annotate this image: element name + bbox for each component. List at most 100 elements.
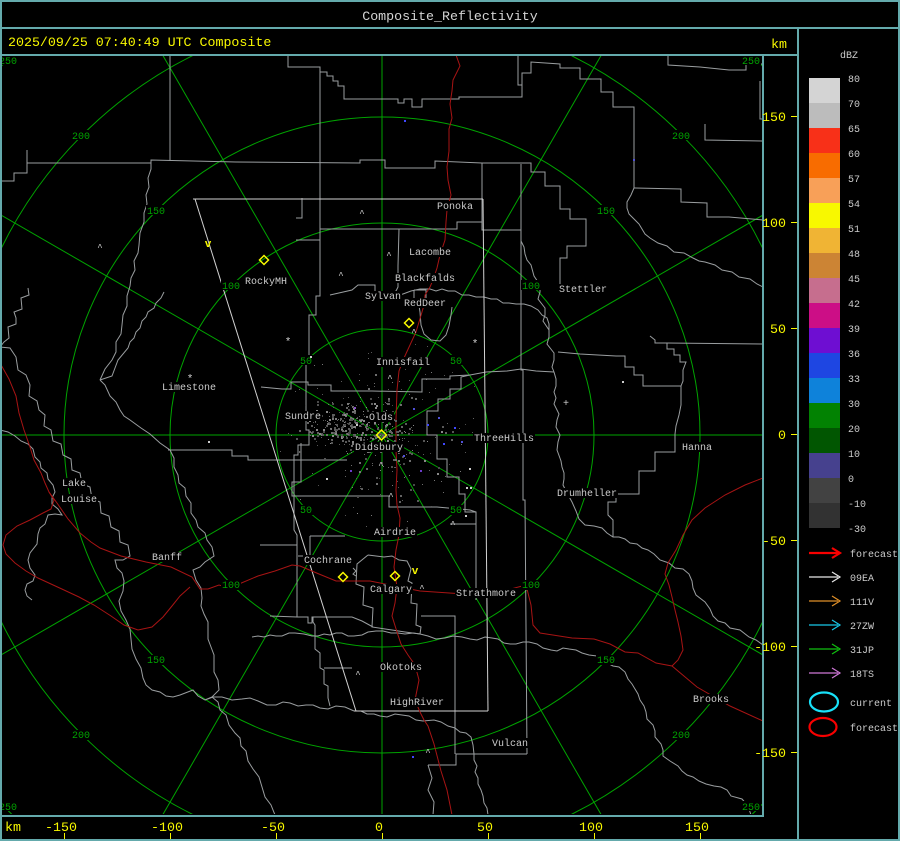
svg-text:forecast: forecast [850, 549, 898, 561]
svg-text:200: 200 [72, 731, 90, 742]
svg-text:0: 0 [375, 820, 383, 835]
svg-text:Louise: Louise [61, 494, 97, 506]
svg-text:dBZ: dBZ [840, 50, 858, 62]
svg-text:^: ^ [338, 271, 343, 281]
svg-text:60: 60 [848, 150, 860, 161]
svg-text:v: v [412, 566, 419, 578]
svg-text:50: 50 [450, 357, 462, 368]
svg-text:HighRiver: HighRiver [390, 697, 444, 709]
svg-text:Didsbury: Didsbury [355, 442, 403, 454]
svg-text:250: 250 [0, 57, 17, 68]
svg-text:50: 50 [477, 820, 493, 835]
svg-text:100: 100 [579, 820, 603, 835]
svg-text:^: ^ [378, 461, 383, 471]
svg-text:50: 50 [300, 357, 312, 368]
svg-text:*: * [472, 339, 479, 351]
svg-text:current: current [850, 699, 892, 710]
svg-text:Olds: Olds [369, 412, 393, 424]
svg-text:100: 100 [762, 216, 786, 231]
svg-text:20: 20 [848, 425, 860, 436]
svg-text:51: 51 [848, 225, 860, 236]
svg-text:18TS: 18TS [850, 670, 874, 681]
svg-text:200: 200 [672, 731, 690, 742]
svg-text:km: km [5, 820, 21, 835]
svg-text:Airdrie: Airdrie [374, 527, 416, 539]
svg-text:250: 250 [742, 57, 760, 68]
svg-text:31JP: 31JP [850, 646, 874, 657]
svg-text:Cochrane: Cochrane [304, 555, 352, 567]
svg-text:forecast: forecast [850, 723, 898, 735]
svg-text:RockyMH: RockyMH [245, 276, 287, 288]
svg-text:150: 150 [597, 207, 615, 218]
svg-text:200: 200 [72, 132, 90, 143]
svg-text:^: ^ [387, 374, 392, 384]
svg-text:Ponoka: Ponoka [437, 201, 473, 213]
svg-text:-150: -150 [45, 820, 77, 835]
svg-text:Drumheller: Drumheller [557, 488, 617, 500]
svg-text:50: 50 [300, 506, 312, 517]
svg-text:150: 150 [597, 656, 615, 667]
svg-text:100: 100 [522, 282, 540, 293]
svg-text:Banff: Banff [152, 552, 182, 564]
svg-text:09EA: 09EA [850, 574, 874, 585]
svg-text:100: 100 [222, 282, 240, 293]
svg-text:^: ^ [419, 584, 424, 594]
svg-text:150: 150 [762, 110, 786, 125]
svg-text:50: 50 [770, 322, 786, 337]
svg-text:Okotoks: Okotoks [380, 662, 422, 674]
svg-text:-150: -150 [754, 746, 786, 761]
svg-text:^: ^ [97, 243, 102, 253]
svg-text:54: 54 [848, 200, 860, 211]
svg-text:150: 150 [147, 207, 165, 218]
svg-text:250: 250 [742, 803, 760, 814]
svg-text:39: 39 [848, 325, 860, 336]
svg-text:0: 0 [778, 428, 786, 443]
svg-text:*: * [285, 337, 292, 349]
svg-text:Calgary: Calgary [370, 584, 412, 596]
svg-text:Lake: Lake [62, 478, 86, 490]
svg-text:-100: -100 [151, 820, 183, 835]
svg-text:-100: -100 [754, 640, 786, 655]
svg-text:45: 45 [848, 275, 860, 286]
svg-text:50: 50 [450, 506, 462, 517]
svg-text:RedDeer: RedDeer [404, 298, 446, 310]
svg-text:30: 30 [848, 400, 860, 411]
svg-text:Innisfail: Innisfail [376, 357, 430, 369]
svg-text:Sundre: Sundre [285, 411, 321, 423]
svg-text:Brooks: Brooks [693, 694, 729, 706]
svg-text:42: 42 [848, 300, 860, 311]
svg-text:Sylvan: Sylvan [365, 291, 401, 303]
svg-text:v: v [205, 239, 212, 251]
svg-text:^: ^ [450, 520, 455, 530]
svg-text:200: 200 [672, 132, 690, 143]
svg-text:150: 150 [685, 820, 709, 835]
svg-text:111V: 111V [850, 598, 874, 609]
svg-text:^: ^ [359, 209, 364, 219]
svg-text:-50: -50 [762, 534, 786, 549]
svg-text:27ZW: 27ZW [850, 622, 874, 633]
svg-text:Blackfalds: Blackfalds [395, 273, 455, 285]
svg-text:Composite_Reflectivity: Composite_Reflectivity [362, 9, 538, 24]
svg-text:70: 70 [848, 100, 860, 111]
svg-text:km: km [771, 37, 787, 52]
svg-text:36: 36 [848, 350, 860, 361]
svg-text:Vulcan: Vulcan [492, 738, 528, 750]
svg-text:2025/09/25 07:40:49 UTC Compos: 2025/09/25 07:40:49 UTC Composite [8, 35, 271, 50]
svg-text:100: 100 [522, 581, 540, 592]
svg-text:ThreeHills: ThreeHills [474, 433, 534, 445]
svg-text:+: + [563, 399, 569, 410]
svg-text:^: ^ [386, 251, 391, 261]
svg-text:0: 0 [848, 475, 854, 486]
svg-text:80: 80 [848, 75, 860, 86]
svg-text:Strathmore: Strathmore [456, 588, 516, 600]
svg-text:48: 48 [848, 250, 860, 261]
svg-text:Stettler: Stettler [559, 284, 607, 296]
svg-text:57: 57 [848, 175, 860, 186]
svg-text:Lacombe: Lacombe [409, 247, 451, 259]
svg-text:100: 100 [222, 581, 240, 592]
svg-text:-30: -30 [848, 525, 866, 536]
svg-text:^: ^ [388, 492, 393, 502]
svg-text:^: ^ [355, 670, 360, 680]
svg-text:65: 65 [848, 125, 860, 136]
svg-text:^: ^ [411, 328, 416, 338]
